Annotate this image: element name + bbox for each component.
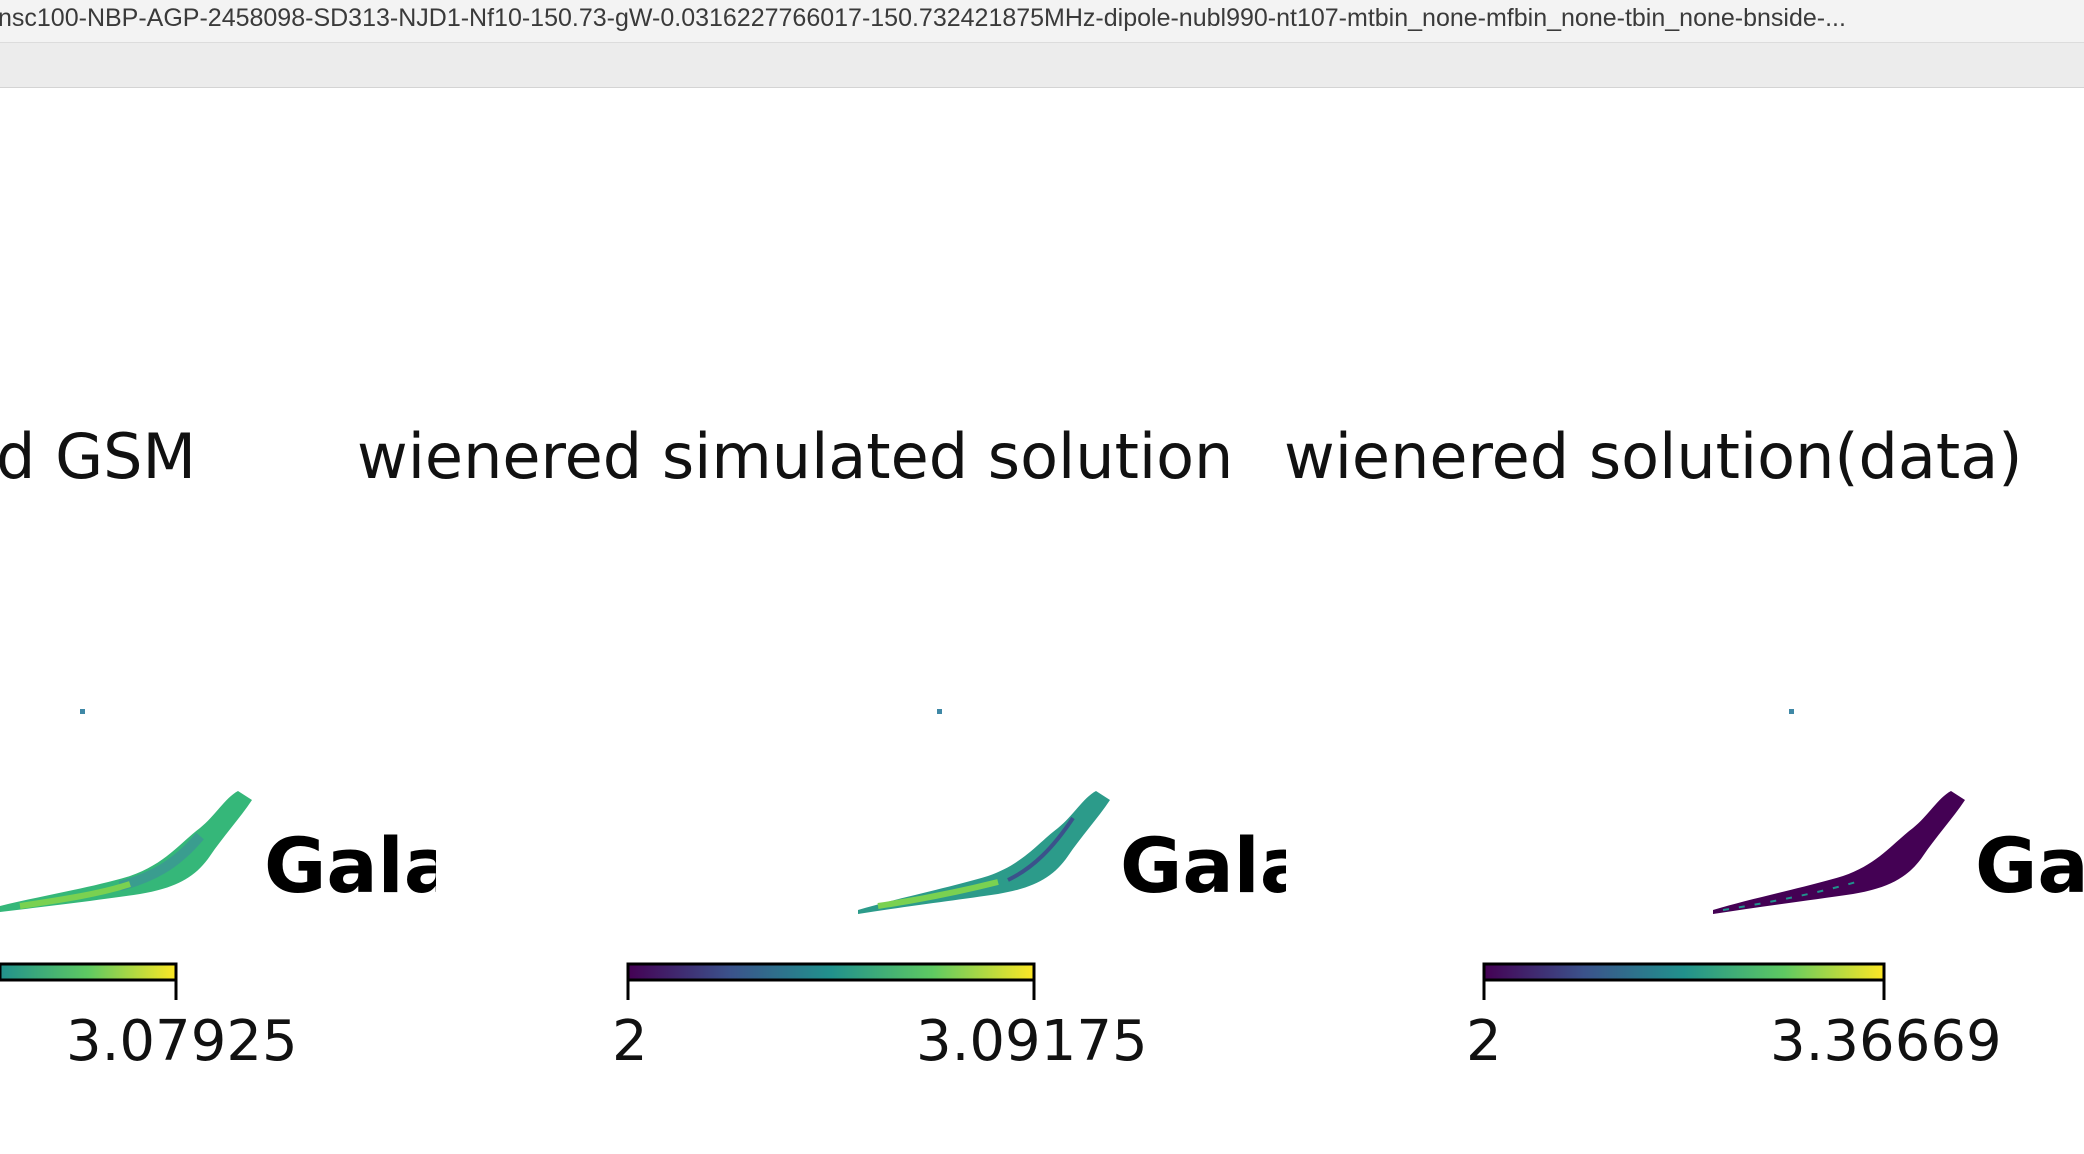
sky-map-gsm-region	[0, 791, 252, 912]
colorbar-simulated-min-label: 2	[612, 1009, 648, 1074]
galactic-label-gsm: Gala	[264, 828, 436, 904]
sky-map-data-region	[1713, 791, 1965, 914]
map-dot-3	[1789, 709, 1794, 714]
colorbar-simulated-max-label: 3.09175	[916, 1009, 1148, 1074]
toolbar-strip	[0, 43, 2084, 88]
window-title-bar: nsc100-NBP-AGP-2458098-SD313-NJD1-Nf10-1…	[0, 0, 2084, 43]
figure-canvas: d GSM wienered simulated solution wiener…	[0, 88, 2084, 1154]
colorbar-data-max-label: 3.36669	[1770, 1009, 2002, 1074]
colorbar-gsm-max-label: 3.07925	[66, 1009, 298, 1074]
colorbar-gsm	[0, 962, 178, 1000]
window-title: nsc100-NBP-AGP-2458098-SD313-NJD1-Nf10-1…	[0, 4, 1846, 32]
map-dot-1	[80, 709, 85, 714]
sky-map-gsm	[0, 791, 252, 912]
galactic-label-data: Gala	[1975, 828, 2084, 904]
sky-map-simulated	[858, 791, 1110, 914]
panel-title-simulated: wienered simulated solution	[357, 426, 1234, 488]
map-dot-2	[937, 709, 942, 714]
sky-map-data	[1713, 791, 1965, 914]
colorbar-data	[1482, 962, 1886, 1000]
galactic-label-simulated: Gala	[1120, 828, 1286, 904]
colorbar-simulated	[626, 962, 1036, 1000]
panel-title-data: wienered solution(data)	[1284, 420, 2023, 493]
sky-map-simulated-region	[858, 791, 1110, 914]
colorbar-data-min-label: 2	[1466, 1009, 1502, 1074]
panel-title-gsm: d GSM	[0, 420, 196, 493]
